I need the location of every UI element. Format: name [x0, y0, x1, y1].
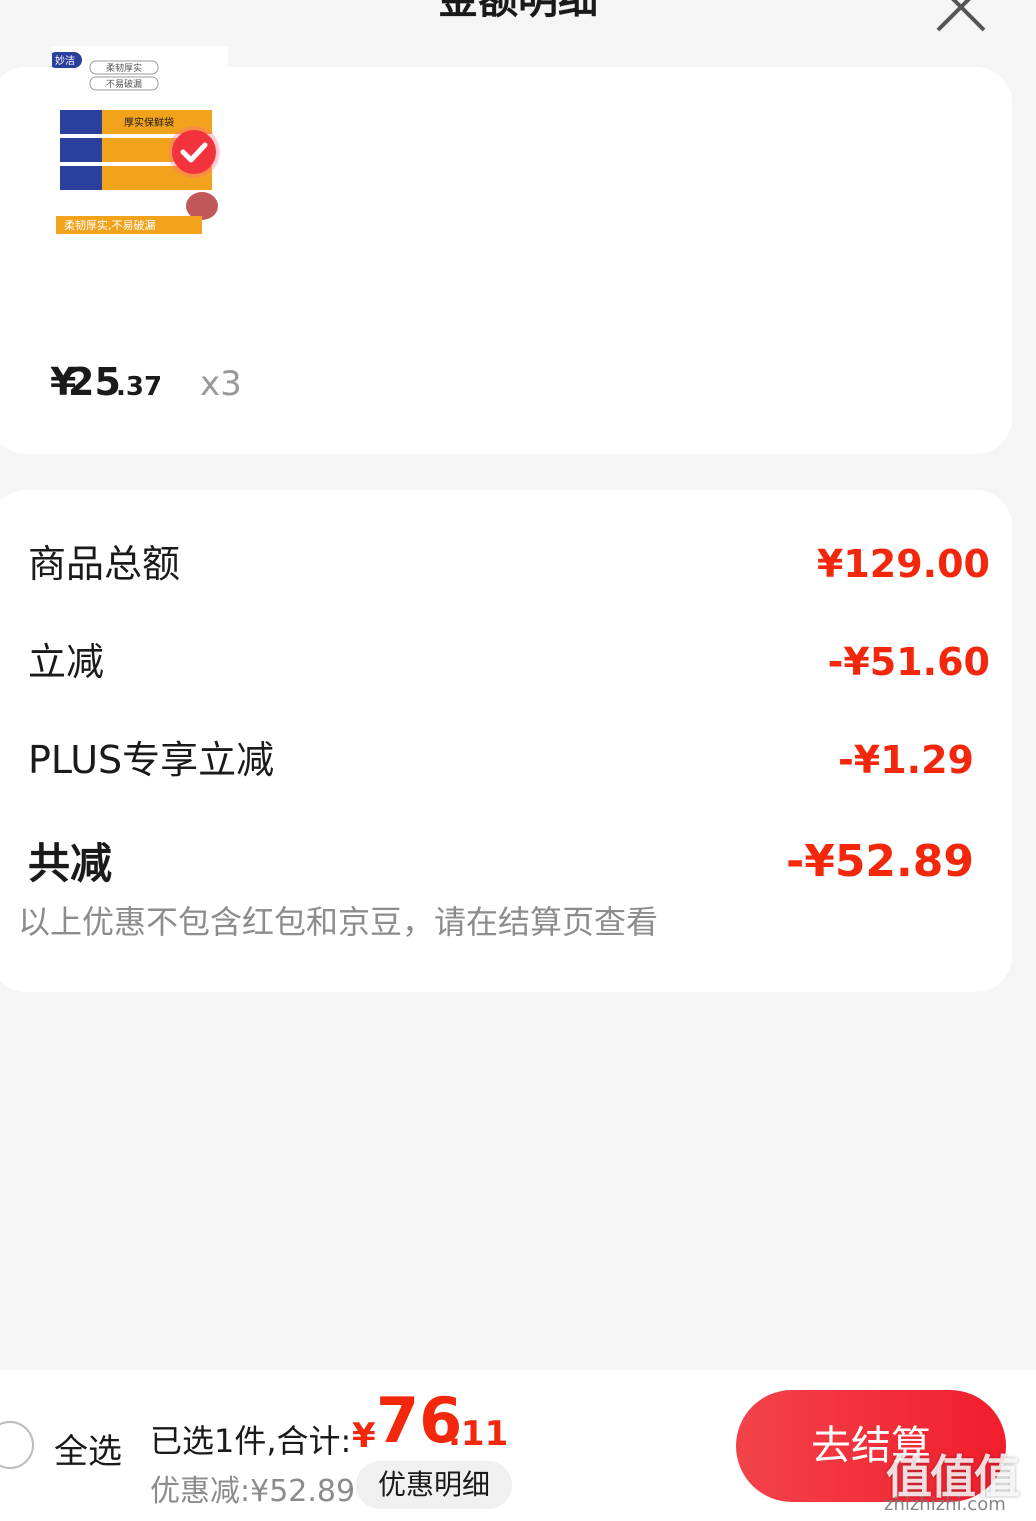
product-price-integer: 25 [68, 360, 121, 404]
select-all-label[interactable]: 全选 [54, 1424, 122, 1473]
total-discount-value: -¥52.89 [785, 836, 974, 887]
total-price-decimal: .11 [448, 1414, 509, 1454]
discount-amount-text: 优惠减:¥52.89 [150, 1474, 356, 1509]
discount-detail-button[interactable]: 优惠明细 [356, 1461, 512, 1509]
product-quantity: x3 [200, 364, 242, 404]
summary-row-label: 商品总额 [28, 542, 181, 586]
selected-count-text: 已选1件,合计: [150, 1422, 352, 1460]
summary-row-value: ¥129.00 [816, 542, 990, 586]
product-price-decimal: .37 [116, 372, 163, 402]
total-price-symbol: ¥ [352, 1416, 376, 1456]
summary-row-label: 立减 [28, 640, 105, 684]
product-image-tag1: 柔韧厚实 [106, 62, 142, 74]
product-image-banner: 柔韧厚实,不易破漏 [64, 218, 156, 232]
discount-note: 以上优惠不包含红包和京豆，请在结算页查看 [18, 903, 659, 941]
summary-row-value: -¥51.60 [827, 640, 990, 684]
summary-row-label: PLUS专享立减 [28, 738, 275, 782]
summary-row-value: -¥1.29 [838, 738, 974, 782]
product-image-roll-label: 厚实保鲜袋 [124, 116, 174, 129]
product-image-brand: 妙洁 [55, 54, 75, 67]
watermark-url: zhizhizhi.com [884, 1494, 1006, 1515]
product-image-tag2: 不易破漏 [106, 78, 142, 90]
page-title: 金额明细 [438, 0, 598, 23]
checkmark-icon[interactable] [172, 130, 216, 174]
close-icon[interactable] [934, 0, 988, 34]
total-discount-label: 共减 [28, 839, 113, 888]
